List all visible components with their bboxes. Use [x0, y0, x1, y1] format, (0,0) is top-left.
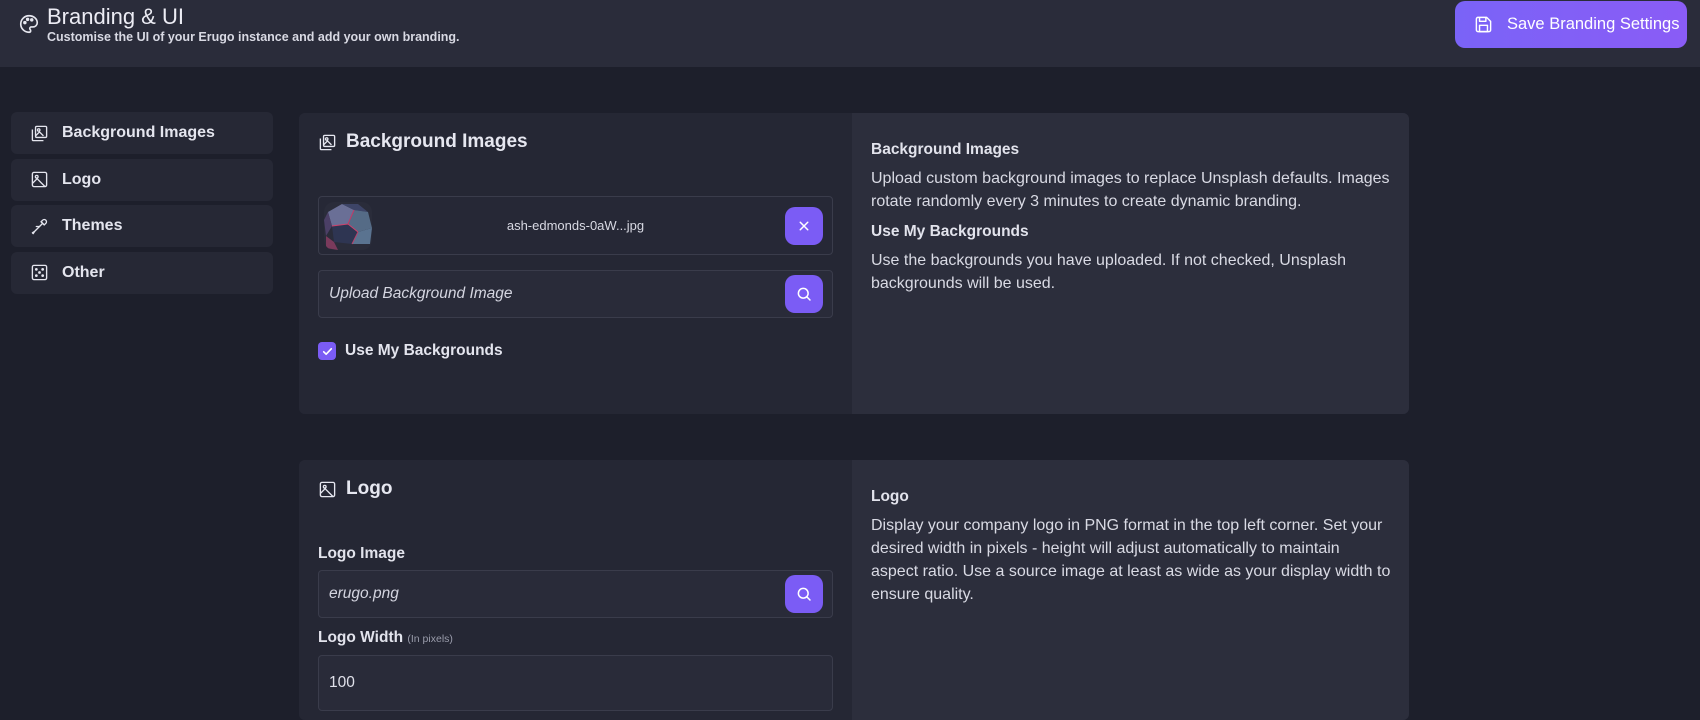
background-images-section: Background Images ash-edmonds-0aW...jpg … — [299, 113, 1409, 414]
sidebar-item-background-images[interactable]: Background Images — [11, 112, 273, 154]
palette-icon — [20, 14, 39, 34]
save-icon — [1475, 16, 1492, 33]
logo-help: Logo Display your company logo in PNG fo… — [852, 460, 1409, 720]
sidebar-item-themes[interactable]: Themes — [11, 205, 273, 247]
page-title: Branding & UI — [47, 4, 184, 29]
image-icon — [31, 171, 48, 188]
logo-image-label: Logo Image — [318, 545, 405, 562]
checkbox-checked[interactable] — [318, 342, 336, 360]
logo-image-field — [318, 570, 833, 618]
checkbox-label: Use My Backgrounds — [345, 342, 503, 359]
browse-logo-button[interactable] — [785, 575, 823, 613]
logo-width-input[interactable] — [318, 655, 833, 711]
section-title-text: Background Images — [346, 131, 528, 152]
upload-background-input[interactable] — [319, 271, 779, 317]
save-branding-settings-button[interactable]: Save Branding Settings — [1455, 1, 1687, 48]
pipette-icon — [31, 218, 48, 234]
help-text: Display your company logo in PNG format … — [871, 517, 1391, 603]
background-images-form: Background Images ash-edmonds-0aW...jpg … — [299, 113, 852, 414]
sidebar-nav: Background Images Logo Themes Other — [11, 112, 273, 298]
section-title: Logo — [318, 478, 392, 500]
sidebar-item-label: Other — [62, 263, 105, 281]
browse-background-button[interactable] — [785, 275, 823, 313]
logo-image-input[interactable] — [319, 571, 779, 617]
remove-background-button[interactable] — [785, 207, 823, 245]
image-icon — [319, 481, 336, 497]
logo-width-label-text: Logo Width — [318, 629, 404, 646]
save-button-label: Save Branding Settings — [1507, 15, 1680, 33]
section-title-text: Logo — [346, 478, 393, 499]
background-images-help: Background Images Upload custom backgrou… — [852, 113, 1409, 414]
logo-width-label: Logo Width (In pixels) — [318, 629, 453, 647]
logo-form: Logo Logo Image Logo Width (In pixels) — [299, 460, 852, 720]
page-header: Branding & UI Customise the UI of your E… — [0, 0, 1700, 67]
sidebar-item-other[interactable]: Other — [11, 251, 273, 294]
logo-section: Logo Logo Image Logo Width (In pixels) L… — [299, 460, 1409, 720]
help-text: Upload custom background images to repla… — [871, 170, 1390, 210]
images-icon — [31, 125, 48, 141]
help-title: Use My Backgrounds — [871, 223, 1029, 240]
help-text: Use the backgrounds you have uploaded. I… — [871, 252, 1346, 292]
help-title: Background Images — [871, 141, 1020, 158]
sidebar-item-label: Logo — [62, 170, 102, 188]
sidebar-item-label: Background Images — [62, 124, 215, 141]
section-title: Background Images — [318, 131, 528, 153]
search-icon — [797, 587, 811, 601]
help-title: Logo — [871, 488, 909, 505]
logo-width-hint: (In pixels) — [407, 633, 453, 645]
search-icon — [797, 287, 811, 301]
dice-icon — [31, 264, 48, 281]
page-subtitle: Customise the UI of your Erugo instance … — [47, 30, 460, 44]
uploaded-file-name: ash-edmonds-0aW...jpg — [506, 218, 645, 233]
sidebar-item-logo[interactable]: Logo — [11, 158, 273, 201]
uploaded-background-item: ash-edmonds-0aW...jpg — [318, 196, 833, 255]
sidebar-item-label: Themes — [62, 217, 123, 234]
use-my-backgrounds-checkbox[interactable]: Use My Backgrounds — [318, 342, 503, 360]
close-icon — [799, 221, 809, 231]
upload-background-field — [318, 270, 833, 318]
images-icon — [319, 134, 336, 150]
check-icon — [322, 347, 332, 355]
